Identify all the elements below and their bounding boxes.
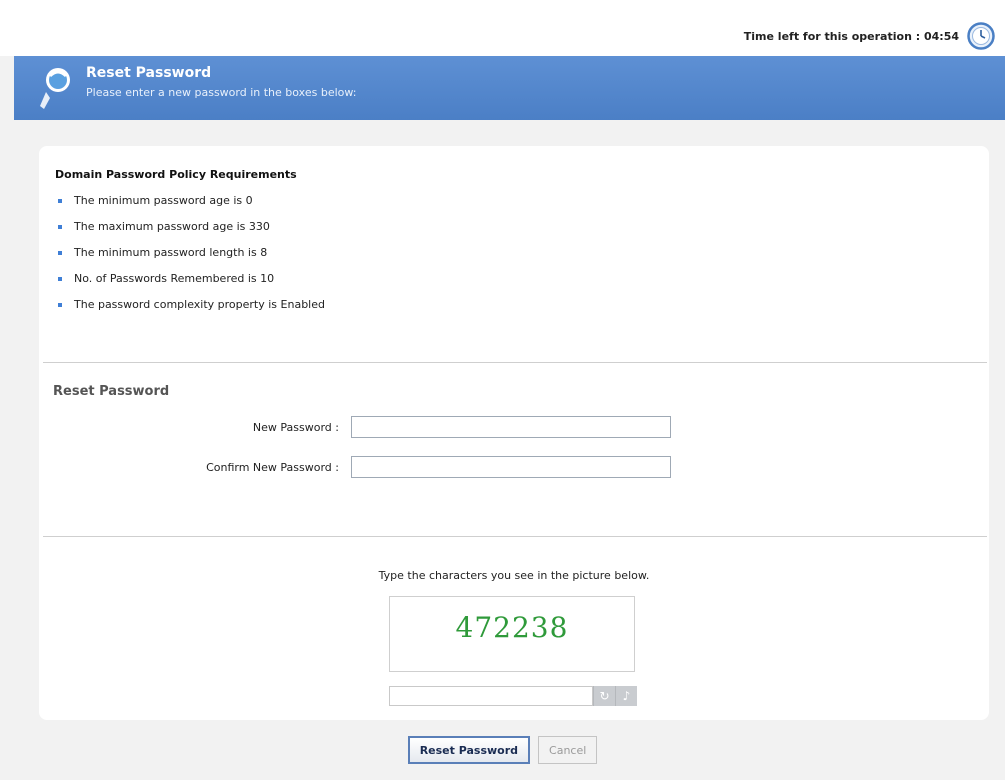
policy-item: The minimum password age is 0 — [55, 194, 325, 220]
policy-list: The minimum password age is 0 The maximu… — [55, 194, 325, 324]
policy-item: The maximum password age is 330 — [55, 220, 325, 246]
policy-item-text: No. of Passwords Remembered is 10 — [74, 272, 275, 285]
policy-item: The password complexity property is Enab… — [55, 298, 325, 324]
policy-title: Domain Password Policy Requirements — [55, 168, 297, 181]
captcha-input[interactable] — [389, 686, 593, 706]
timer-label: Time left for this operation : 04:54 — [744, 30, 959, 43]
policy-item: No. of Passwords Remembered is 10 — [55, 272, 325, 298]
refresh-icon[interactable]: ↻ — [593, 686, 615, 706]
divider — [43, 536, 987, 537]
confirm-password-row: Confirm New Password : — [39, 456, 671, 478]
page-banner: Reset Password Please enter a new passwo… — [14, 56, 1005, 120]
reset-card: Domain Password Policy Requirements The … — [39, 146, 989, 720]
top-bar: Time left for this operation : 04:54 — [0, 0, 1005, 56]
captcha-image-text: 472238 — [455, 611, 569, 644]
new-password-input[interactable] — [351, 416, 671, 438]
bullet-icon — [58, 277, 62, 281]
timer-value: 04:54 — [923, 29, 959, 43]
confirm-password-input[interactable] — [351, 456, 671, 478]
confirm-password-label: Confirm New Password : — [206, 460, 339, 474]
clock-icon — [967, 22, 995, 50]
bullet-icon — [58, 251, 62, 255]
new-password-row: New Password : — [39, 416, 671, 438]
banner-subtitle: Please enter a new password in the boxes… — [86, 86, 357, 99]
policy-item-text: The password complexity property is Enab… — [74, 298, 325, 311]
reset-password-button[interactable]: Reset Password — [407, 736, 531, 764]
divider — [43, 362, 987, 363]
policy-item: The minimum password length is 8 — [55, 246, 325, 272]
captcha-prompt: Type the characters you see in the pictu… — [378, 569, 650, 582]
policy-item-text: The minimum password age is 0 — [74, 194, 253, 207]
timer: Time left for this operation : 04:54 — [744, 22, 995, 50]
speaker-icon[interactable]: ♪ — [615, 686, 637, 706]
new-password-label: New Password : — [252, 420, 339, 434]
policy-item-text: The maximum password age is 330 — [74, 220, 270, 233]
key-icon — [40, 68, 70, 109]
reset-section-title: Reset Password — [53, 384, 170, 399]
bullet-icon — [58, 199, 62, 203]
captcha-input-row: ↻ ♪ — [389, 686, 637, 706]
timer-label-text: Time left for this operation : — [743, 29, 921, 43]
policy-item-text: The minimum password length is 8 — [74, 246, 268, 259]
action-buttons: Reset Password Cancel — [0, 736, 1005, 764]
cancel-button[interactable]: Cancel — [538, 736, 598, 764]
captcha-image: 472238 — [389, 596, 635, 672]
banner-title: Reset Password — [86, 65, 212, 81]
bullet-icon — [58, 225, 62, 229]
bullet-icon — [58, 303, 62, 307]
